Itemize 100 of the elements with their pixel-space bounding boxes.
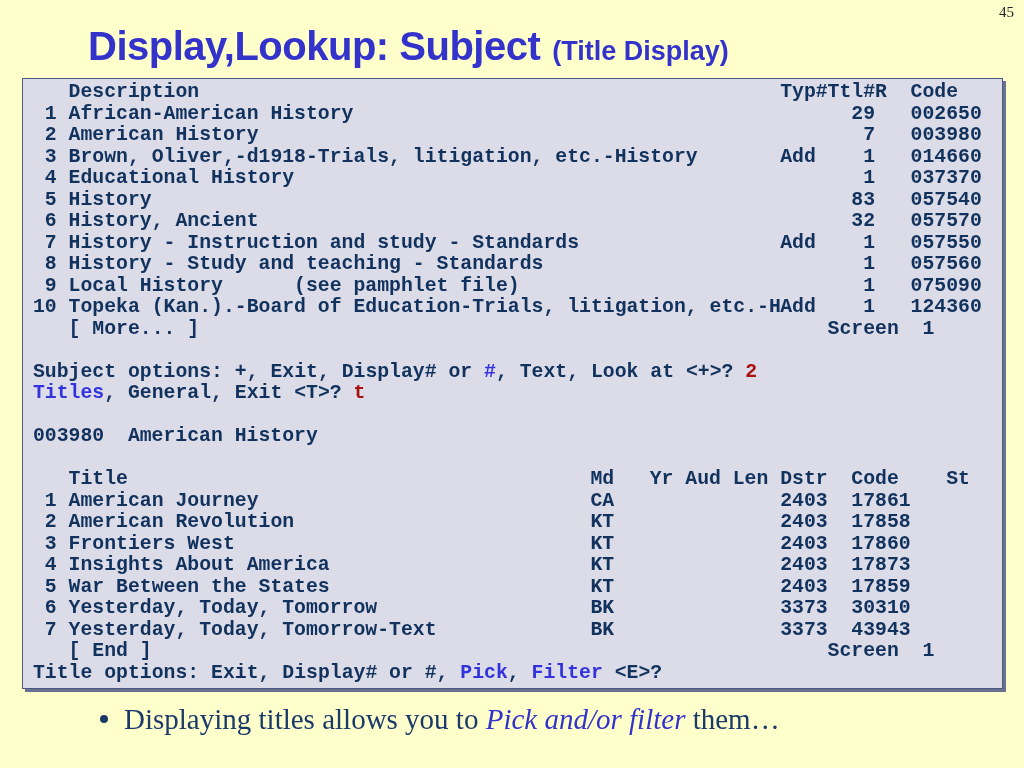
- table-cell: 7: [863, 125, 875, 147]
- table-cell: Local History (see pamphlet file): [68, 275, 520, 297]
- table-cell: Add: [780, 232, 816, 254]
- table-cell: 1: [863, 232, 875, 254]
- table-cell: History - Study and teaching - Standards: [68, 254, 544, 276]
- table-cell: Insights About America: [68, 555, 330, 577]
- row-number: 3: [44, 533, 57, 555]
- table-cell: 1: [863, 275, 875, 297]
- row-number: 3: [44, 146, 57, 168]
- table-cell: 43943: [851, 619, 911, 641]
- table-cell: 83: [851, 189, 875, 211]
- table-cell: 1: [863, 297, 875, 319]
- row-number: 6: [44, 598, 57, 620]
- table-cell: CA: [590, 490, 615, 512]
- bullet-icon: [100, 715, 108, 723]
- table-cell: 057550: [910, 232, 982, 254]
- table-cell: African-American History: [68, 103, 354, 125]
- table-cell: 037370: [910, 168, 982, 190]
- table-cell: KT: [590, 512, 615, 534]
- table-cell: Yesterday, Today, Tomorrow-Text: [68, 619, 437, 641]
- slide-title: Display,Lookup: Subject: [88, 24, 541, 69]
- table-cell: 057560: [910, 254, 982, 276]
- row-number: 2: [44, 125, 57, 147]
- column-header: Description: [68, 82, 200, 104]
- table-cell: 1: [863, 146, 875, 168]
- table-cell: 17858: [851, 512, 911, 534]
- screen-number: 1: [922, 318, 935, 340]
- column-header: Md: [590, 469, 615, 491]
- table-cell: War Between the States: [68, 576, 330, 598]
- table-cell: KT: [590, 533, 615, 555]
- column-header: Title: [68, 469, 128, 491]
- table-cell: Topeka (Kan.).-Board of Education-Trials, litigation, etc.-H: [68, 297, 781, 319]
- list-footer: [ More... ]: [68, 318, 200, 340]
- row-number: 8: [44, 254, 57, 276]
- table-cell: 2403: [780, 512, 828, 534]
- table-cell: 014660: [910, 146, 982, 168]
- table-cell: BK: [590, 619, 615, 641]
- table-cell: 3373: [780, 619, 828, 641]
- table-cell: 057540: [910, 189, 982, 211]
- row-number: 10: [32, 297, 57, 319]
- bullet-text: Displaying titles allows you to Pick and/or filter them…: [124, 703, 780, 736]
- page-number: 45: [999, 3, 1014, 21]
- row-number: 7: [44, 619, 57, 641]
- table-cell: 124360: [910, 297, 982, 319]
- row-number: 2: [44, 512, 57, 534]
- row-number: 9: [44, 275, 57, 297]
- list-footer: [ End ]: [68, 641, 152, 663]
- table-cell: 17859: [851, 576, 911, 598]
- table-cell: 32: [851, 211, 875, 233]
- table-cell: Educational History: [68, 168, 295, 190]
- table-cell: BK: [590, 598, 615, 620]
- column-header: Code: [851, 469, 899, 491]
- table-cell: History: [68, 189, 152, 211]
- table-cell: KT: [590, 576, 615, 598]
- table-cell: 17873: [851, 555, 911, 577]
- table-cell: 29: [851, 103, 875, 125]
- table-cell: 1: [863, 168, 875, 190]
- table-cell: American History: [68, 125, 259, 147]
- prompt-line: Subject options: +, Exit, Display# or #, Text, Look at <+>? 2: [33, 361, 759, 383]
- row-number: 5: [44, 576, 57, 598]
- table-cell: 003980: [910, 125, 982, 147]
- column-header: St: [946, 469, 970, 491]
- table-cell: 2403: [780, 490, 828, 512]
- table-cell: 2403: [780, 555, 828, 577]
- row-number: 6: [44, 211, 57, 233]
- prompt-line: Titles, General, Exit <T>? t: [33, 383, 367, 405]
- column-header: #Ttl#R: [815, 82, 887, 104]
- table-cell: Yesterday, Today, Tomorrow: [68, 598, 378, 620]
- table-cell: History - Instruction and study - Standards: [68, 232, 580, 254]
- table-cell: 2403: [780, 576, 828, 598]
- column-header: Yr: [649, 469, 674, 491]
- column-header: Len: [732, 469, 769, 491]
- row-number: 4: [44, 168, 57, 190]
- table-cell: 17861: [851, 490, 911, 512]
- table-cell: 002650: [910, 103, 982, 125]
- column-header: Aud: [685, 469, 721, 491]
- subject-name: American History: [127, 426, 318, 448]
- row-number: 1: [44, 103, 57, 125]
- table-cell: 30310: [851, 598, 911, 620]
- table-cell: Add: [780, 146, 816, 168]
- table-cell: American Journey: [68, 490, 259, 512]
- row-number: 4: [44, 555, 57, 577]
- column-header: Code: [910, 82, 959, 104]
- table-cell: 2403: [780, 533, 828, 555]
- screen-label: Screen: [827, 641, 899, 663]
- screen-number: 1: [922, 641, 935, 663]
- table-cell: Add: [780, 297, 816, 319]
- row-number: 1: [44, 490, 57, 512]
- subject-code: 003980: [33, 426, 105, 448]
- table-cell: Frontiers West: [68, 533, 235, 555]
- column-header: Dstr: [780, 469, 828, 491]
- table-cell: KT: [590, 555, 615, 577]
- screen-label: Screen: [827, 318, 899, 340]
- table-cell: History, Ancient: [68, 211, 259, 233]
- slide-subtitle: (Title Display): [552, 36, 729, 67]
- row-number: 5: [44, 189, 57, 211]
- table-cell: American Revolution: [68, 512, 295, 534]
- table-cell: 17860: [851, 533, 911, 555]
- row-number: 7: [44, 232, 57, 254]
- column-header: Typ: [780, 82, 816, 104]
